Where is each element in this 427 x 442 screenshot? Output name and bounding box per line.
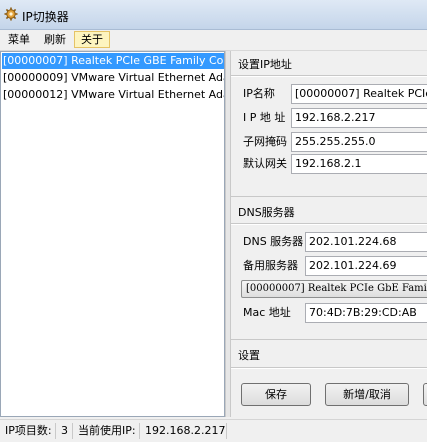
divider bbox=[231, 196, 427, 197]
settings-pane: 设置IP地址 IP名称 [00000007] Realtek PCIe I P … bbox=[231, 51, 427, 417]
subnet-mask-field[interactable]: 255.255.255.0 bbox=[291, 132, 427, 152]
ip-address-field[interactable]: 192.168.2.217 bbox=[291, 108, 427, 128]
mac-address-label: Mac 地址 bbox=[243, 306, 291, 319]
ip-name-label: IP名称 bbox=[243, 87, 275, 100]
divider bbox=[231, 76, 427, 77]
gateway-field[interactable]: 192.168.2.1 bbox=[291, 154, 427, 174]
dns-section-title: DNS服务器 bbox=[238, 206, 295, 219]
menu-bar: 菜单 刷新 关于 bbox=[0, 30, 427, 51]
list-item[interactable]: [00000009] VMware Virtual Ethernet Adap bbox=[2, 70, 224, 86]
window-title: IP切换器 bbox=[22, 10, 69, 24]
menu-item-about[interactable]: 关于 bbox=[74, 31, 110, 48]
menu-item-refresh[interactable]: 刷新 bbox=[38, 31, 72, 48]
mac-address-field[interactable]: 70:4D:7B:29:CD:AB bbox=[305, 303, 427, 323]
divider bbox=[231, 224, 427, 225]
current-ip-value: 192.168.2.217 bbox=[141, 423, 227, 439]
dns-server-label: DNS 服务器 bbox=[243, 235, 304, 248]
menu-item-menu[interactable]: 菜单 bbox=[2, 31, 36, 48]
list-item[interactable]: [00000012] VMware Virtual Ethernet Adap bbox=[2, 87, 224, 103]
adapter-select[interactable]: [00000007] Realtek PCIe GbE Family bbox=[241, 280, 427, 298]
alt-dns-field[interactable]: 202.101.224.69 bbox=[305, 256, 427, 276]
ip-count-value: 3 bbox=[57, 423, 73, 439]
divider bbox=[231, 368, 427, 369]
ip-count-label: IP项目数: bbox=[1, 423, 56, 439]
title-bar: IP切换器 bbox=[0, 0, 427, 30]
ip-section-title: 设置IP地址 bbox=[238, 58, 292, 71]
alt-dns-label: 备用服务器 bbox=[243, 259, 298, 272]
dns-server-field[interactable]: 202.101.224.68 bbox=[305, 232, 427, 252]
list-item[interactable]: [00000007] Realtek PCIe GBE Family Contr bbox=[2, 53, 224, 69]
status-bar: IP项目数: 3 当前使用IP: 192.168.2.217 bbox=[0, 419, 427, 442]
gear-icon bbox=[4, 7, 18, 21]
divider bbox=[231, 339, 427, 340]
ip-name-field[interactable]: [00000007] Realtek PCIe bbox=[291, 84, 427, 104]
extra-button[interactable] bbox=[423, 383, 427, 406]
gateway-label: 默认网关 bbox=[243, 157, 287, 170]
add-cancel-button[interactable]: 新增/取消 bbox=[325, 383, 409, 406]
subnet-mask-label: 子网掩码 bbox=[243, 135, 287, 148]
current-ip-label: 当前使用IP: bbox=[74, 423, 140, 439]
ip-address-label: I P 地 址 bbox=[243, 111, 286, 124]
adapter-list[interactable]: [00000007] Realtek PCIe GBE Family Contr… bbox=[0, 51, 225, 417]
settings-section-title: 设置 bbox=[238, 349, 260, 362]
save-button[interactable]: 保存 bbox=[241, 383, 311, 406]
